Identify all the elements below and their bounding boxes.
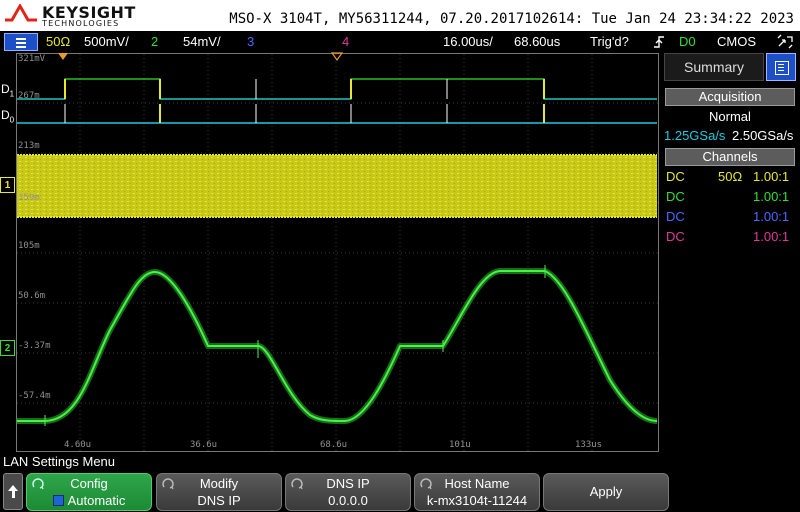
acquisition-mode: Normal [709,109,751,124]
ch2-probe: 1.00:1 [753,189,790,204]
d1-trace [17,78,657,100]
x-label-3: 68.6u [320,440,348,450]
y-label-4: 159m [18,193,40,203]
d1-label-name: D [1,82,10,96]
touch-icon[interactable] [775,34,795,50]
d1-label[interactable]: D1 [1,82,14,98]
dns-ip-softkey[interactable]: DNS IP 0.0.0.0 [285,473,411,511]
x-label-4: 101u [449,440,471,450]
y-label-1: 321mV [18,54,46,64]
y-label-5: 105m [18,241,40,251]
ch1-impedance-summary: 50Ω [718,169,743,184]
host-name-softkey[interactable]: Host Name k-mx3104t-11244 [414,473,540,511]
modify-value: DNS IP [197,493,241,508]
time-reference-marker [330,52,344,62]
trigger-position-marker[interactable] [58,53,68,60]
dns-ip-label: DNS IP [326,476,370,491]
dns-ip-value: 0.0.0.0 [328,493,368,508]
d0-label-name: D [1,108,10,122]
modify-label: Modify [199,476,239,491]
x-label-1: 4.60u [64,440,92,450]
trigger-source[interactable]: D0 [679,34,696,49]
trigger-type[interactable]: CMOS [717,34,756,49]
summary-panel: Summary Acquisition Normal 1.25GSa/s 2.5… [660,53,800,452]
config-value: Automatic [67,493,126,508]
apply-label: Apply [589,484,623,499]
summary-tab[interactable]: Summary [664,53,764,81]
ch1-coupling: DC [666,169,685,184]
ch1-trace [17,155,657,217]
config-value-row: Automatic [27,493,151,508]
ch2-trace [17,270,658,422]
ch1-ground-marker[interactable]: 1 [0,177,15,193]
ch4-probe: 1.00:1 [753,229,790,244]
config-softkey[interactable]: Config Automatic [26,473,152,511]
modify-softkey[interactable]: Modify DNS IP [156,473,282,511]
ch3-probe: 1.00:1 [753,209,790,224]
config-label: Config [70,476,108,491]
d0-label-sub: 0 [9,115,15,125]
summary-icon[interactable] [766,53,796,81]
channels-header: Channels [665,148,795,166]
x-label-5: 133us [575,440,603,450]
sample-rate-1: 1.25GSa/s [664,128,726,143]
waveform-display [17,52,658,451]
automatic-checkbox[interactable] [52,495,64,506]
x-label-2: 36.6u [190,440,218,450]
ch2-coupling: DC [666,189,685,204]
host-name-label: Host Name [444,476,510,491]
ch2-ground-marker[interactable]: 2 [0,340,15,356]
up-arrow-icon[interactable] [3,473,23,510]
acquisition-header: Acquisition [665,88,795,106]
y-label-7: -3.37m [18,341,51,351]
y-label-6: 50.6m [18,291,46,301]
menu-title: LAN Settings Menu [3,454,116,469]
y-label-2: 267m [18,91,40,101]
ch1-probe: 1.00:1 [753,169,790,184]
y-label-8: -57.4m [18,391,51,401]
y-label-3: 213m [18,141,40,151]
sample-rate-2: 2.50GSa/s [732,128,794,143]
host-name-value: k-mx3104t-11244 [426,493,528,508]
ch4-coupling: DC [666,229,685,244]
d1-label-sub: 1 [9,89,15,99]
ch3-coupling: DC [666,209,685,224]
d0-label[interactable]: D0 [1,108,14,124]
apply-softkey[interactable]: Apply [543,473,669,511]
